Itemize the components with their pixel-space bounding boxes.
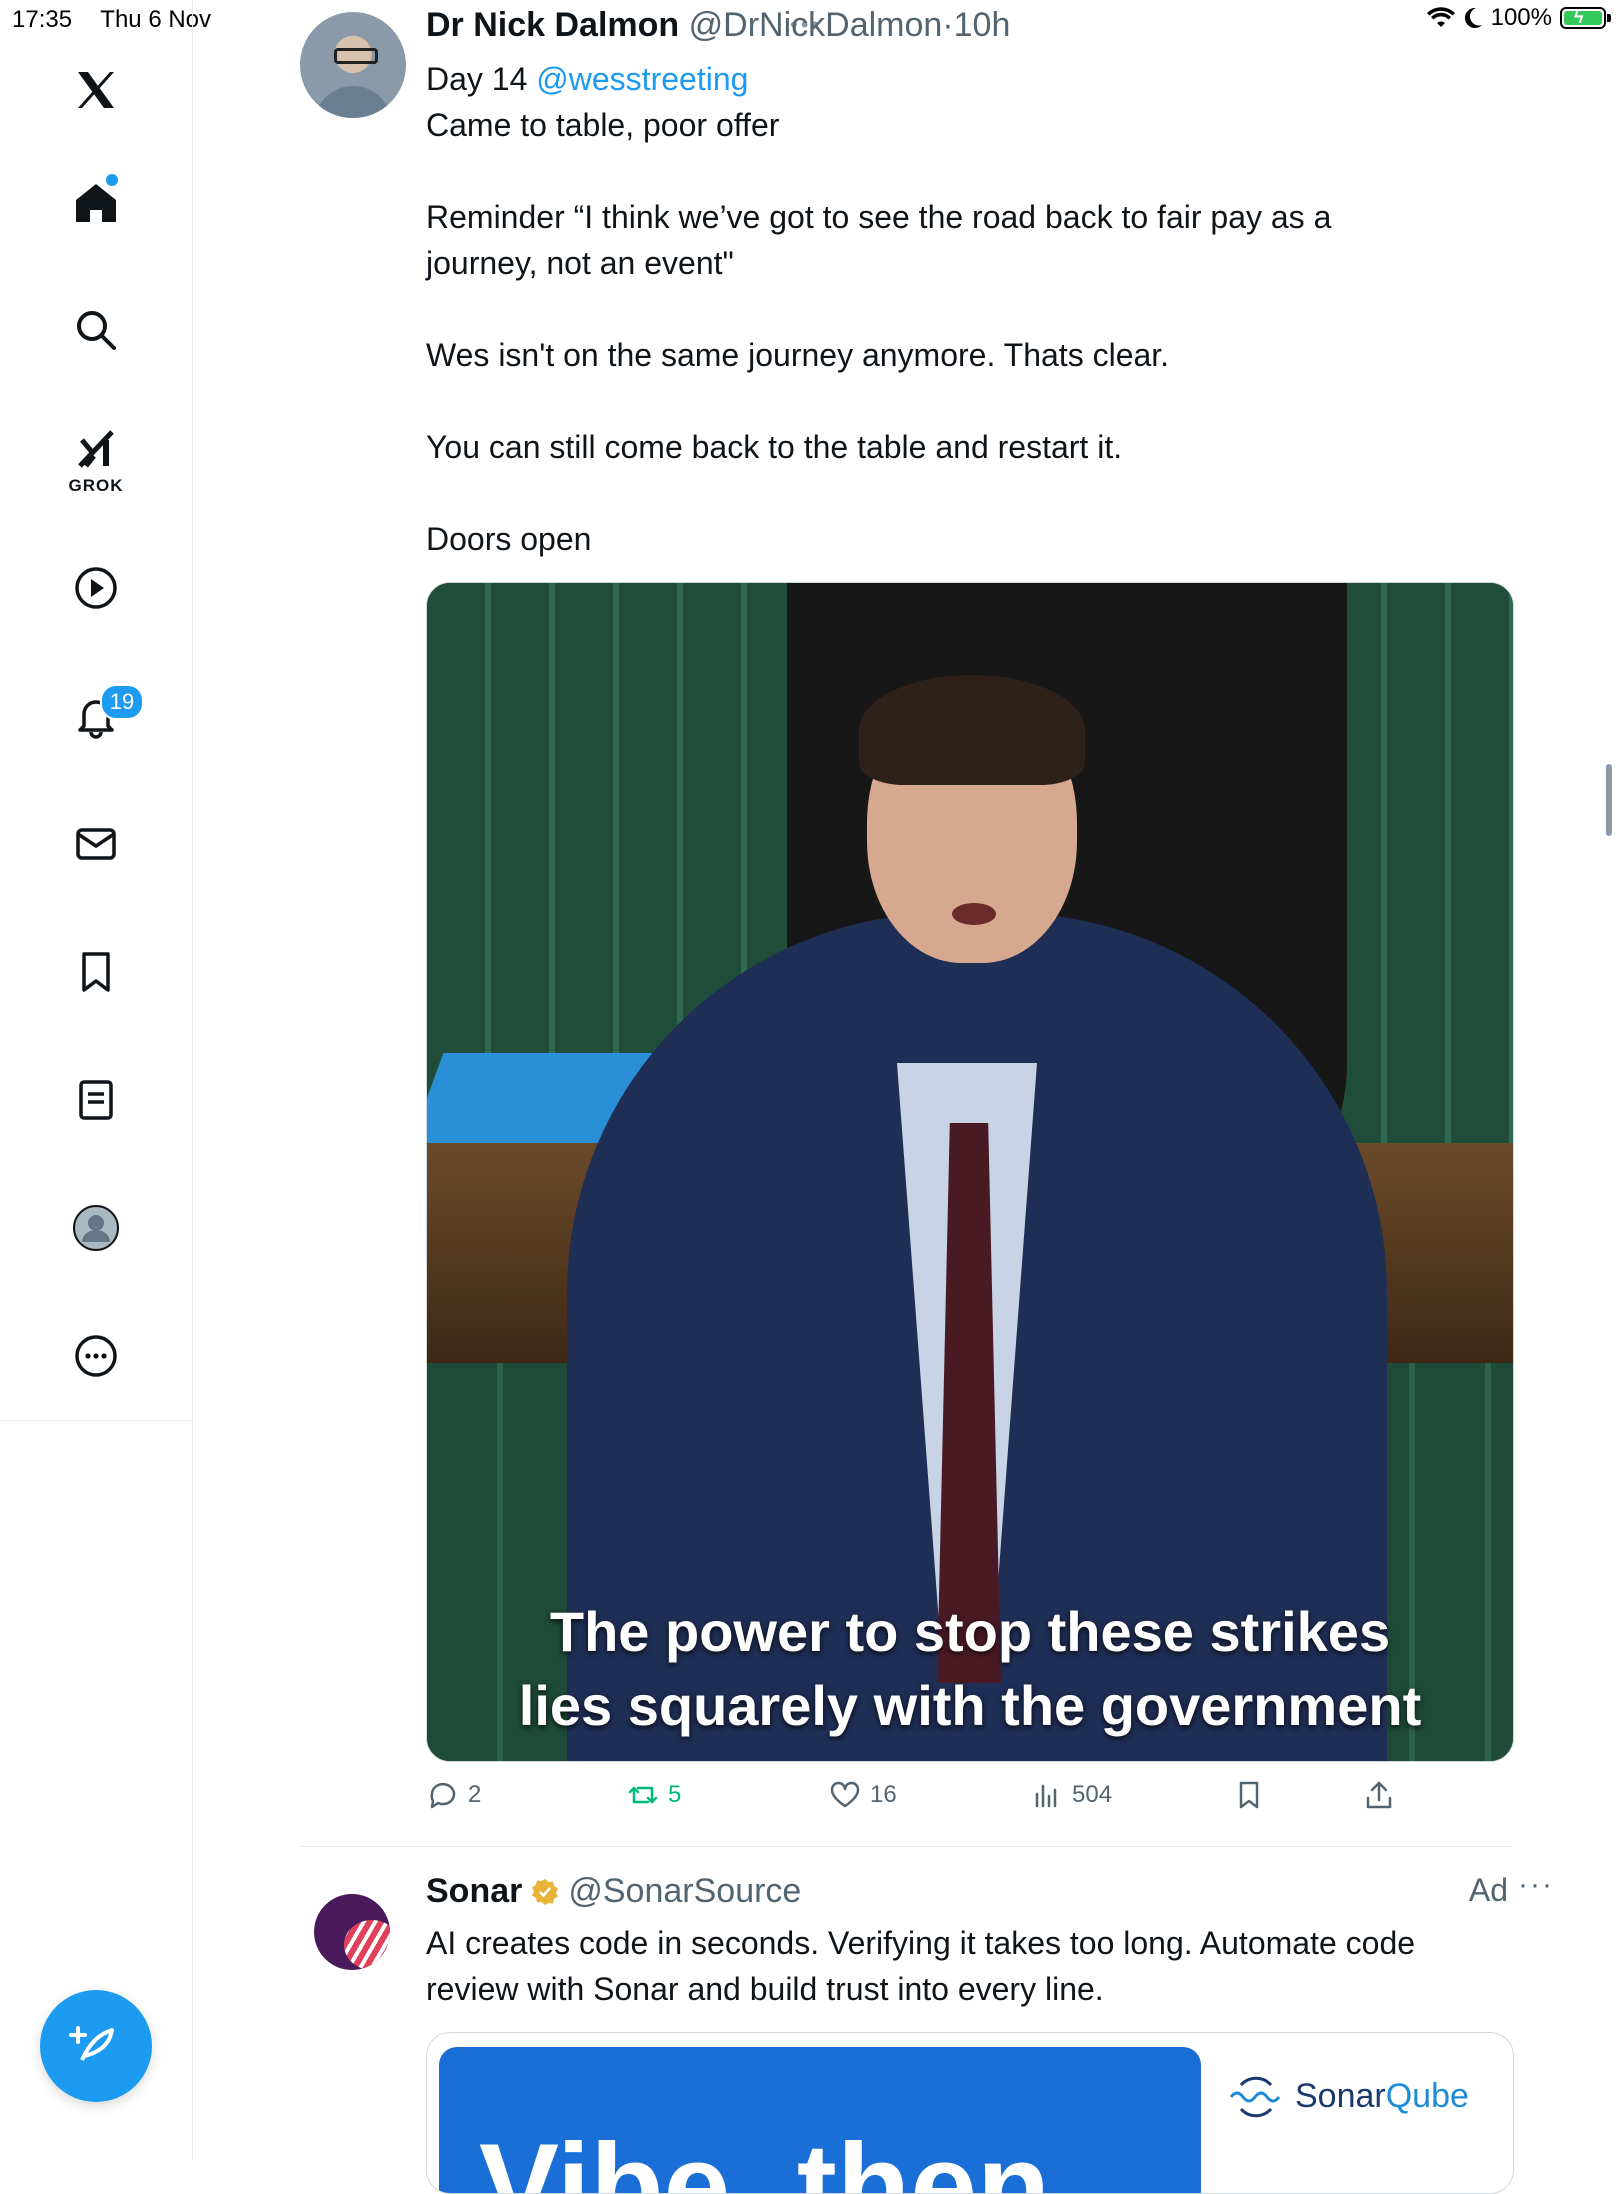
tweet-header: Dr Nick Dalmon @DrNickDalmon·10h — [426, 6, 1010, 45]
tweet-divider — [300, 1846, 1512, 1847]
repost-count: 5 — [668, 1781, 682, 1808]
tweet-actions: 2 5 16 504 — [426, 1778, 1516, 1824]
tweet-line: Doors open — [426, 521, 592, 557]
sidebar-divider — [0, 1420, 192, 1421]
ad-label: Ad — [1468, 1872, 1508, 1908]
views-icon — [1035, 1784, 1057, 1808]
notification-count-badge: 19 — [100, 684, 144, 720]
like-button[interactable]: 16 — [828, 1778, 897, 1812]
play-icon[interactable] — [66, 558, 126, 618]
sonar-avatar[interactable] — [314, 1894, 390, 1970]
status-bar-right: 100% ϟ — [1426, 4, 1611, 32]
bookmark-tweet-button[interactable] — [1232, 1778, 1266, 1812]
grok-icon[interactable] — [66, 420, 126, 480]
tweet-video[interactable]: The power to stop these strikes lies squ… — [426, 582, 1514, 1762]
video-caption: The power to stop these strikes lies squ… — [427, 1595, 1513, 1743]
brand-name-a: Sonar — [1295, 2076, 1386, 2115]
reply-icon — [430, 1782, 456, 1809]
brand-name-b: Qube — [1385, 2076, 1469, 2115]
time-separator: · — [942, 6, 954, 44]
scrollbar-thumb[interactable] — [1606, 764, 1612, 836]
views-count: 504 — [1072, 1781, 1113, 1808]
battery-percent: 100% — [1490, 4, 1552, 31]
ad-card-image: Vibe, then — [439, 2047, 1201, 2194]
bookmark-icon — [1239, 1781, 1259, 1809]
x-logo-icon[interactable] — [66, 60, 126, 120]
tweet-line: journey, not an event" — [426, 245, 734, 281]
tweet-line: Came to table, poor offer — [426, 107, 780, 143]
more-circle-icon[interactable] — [66, 1326, 126, 1386]
mention-link[interactable]: @wesstreeting — [536, 61, 748, 97]
ad-header: Sonar @SonarSource — [426, 1872, 801, 1911]
video-caption-line: lies squarely with the government — [518, 1674, 1422, 1737]
reply-count: 2 — [468, 1781, 482, 1808]
repost-icon — [628, 1786, 658, 1804]
tweet-time[interactable]: 10h — [954, 6, 1011, 44]
ad-text-line: AI creates code in seconds. Verifying it… — [426, 1925, 1416, 1961]
sonarqube-wave-icon — [1229, 2076, 1281, 2118]
author-handle[interactable]: @DrNickDalmon — [689, 6, 943, 44]
battery-icon: ϟ — [1560, 7, 1611, 29]
heart-icon — [830, 1781, 860, 1808]
tweet-text: Day 14 @wesstreeting Came to table, poor… — [426, 56, 1506, 562]
repost-button[interactable]: 5 — [626, 1778, 681, 1812]
ad-text-line: review with Sonar and build trust into e… — [426, 1971, 1104, 2007]
search-icon[interactable] — [66, 300, 126, 360]
video-caption-line: The power to stop these strikes — [549, 1600, 1391, 1663]
ad-author-name[interactable]: Sonar — [426, 1872, 522, 1911]
wifi-icon — [1426, 7, 1455, 27]
tweet-line: You can still come back to the table and… — [426, 429, 1123, 465]
ad-text: AI creates code in seconds. Verifying it… — [426, 1920, 1516, 2012]
views-button[interactable]: 504 — [1030, 1778, 1112, 1812]
sidebar: GROK 19 — [0, 0, 193, 2160]
ad-more-button[interactable]: ··· — [1518, 1868, 1554, 1902]
compose-button[interactable] — [40, 1990, 152, 2102]
tweet-day-text: Day 14 — [426, 61, 528, 97]
compose-icon — [69, 2026, 114, 2061]
reply-button[interactable]: 2 — [426, 1778, 481, 1812]
sonarqube-logo: SonarQube — [1227, 2071, 1469, 2121]
bookmark-icon[interactable] — [66, 942, 126, 1002]
mail-icon[interactable] — [66, 814, 126, 874]
tweet-line: Reminder “I think we’ve got to see the r… — [426, 199, 1332, 235]
author-avatar[interactable] — [300, 12, 406, 118]
home-notification-dot — [106, 174, 118, 186]
share-button[interactable] — [1362, 1778, 1396, 1812]
ad-card-headline: Vibe, then — [479, 2119, 1051, 2194]
like-count: 16 — [870, 1781, 897, 1808]
author-name[interactable]: Dr Nick Dalmon — [426, 6, 679, 44]
profile-icon[interactable] — [66, 1198, 126, 1258]
share-icon — [1366, 1781, 1392, 1809]
list-icon[interactable] — [66, 1070, 126, 1130]
grok-label: GROK — [68, 476, 124, 495]
moon-icon — [1464, 7, 1482, 28]
verified-badge-icon — [532, 1878, 559, 1905]
ad-author-handle[interactable]: @SonarSource — [568, 1872, 801, 1911]
ad-card[interactable]: Vibe, then SonarQube — [426, 2032, 1514, 2194]
tweet-line: Wes isn't on the same journey anymore. T… — [426, 337, 1170, 373]
